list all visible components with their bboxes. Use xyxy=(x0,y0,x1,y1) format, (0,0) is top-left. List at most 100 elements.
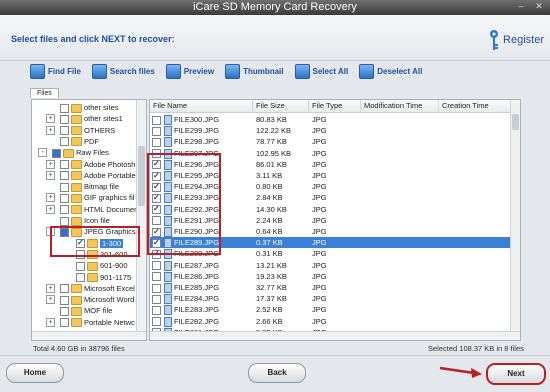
expand-icon[interactable]: + xyxy=(46,204,55,214)
file-checkbox[interactable] xyxy=(152,283,161,293)
register-button[interactable]: Register xyxy=(489,29,544,51)
folder-icon xyxy=(71,182,82,192)
table-row[interactable]: FILE282.JPG 2.66 KB JPG xyxy=(150,316,512,327)
key-icon xyxy=(490,30,499,50)
file-size: 78.77 KB xyxy=(256,137,287,147)
table-row[interactable]: FILE284.JPG 17.37 KB JPG xyxy=(150,293,512,305)
tree-checkbox[interactable] xyxy=(52,148,61,158)
tree-checkbox[interactable] xyxy=(60,182,69,192)
tree-scrollbar[interactable] xyxy=(136,100,146,340)
tree-hscrollbar[interactable] xyxy=(32,331,146,340)
file-checkbox[interactable] xyxy=(152,261,161,271)
search-files-icon xyxy=(91,64,107,79)
image-file-icon xyxy=(164,115,172,126)
image-file-icon xyxy=(164,283,172,294)
file-checkbox[interactable] xyxy=(152,294,161,304)
tree-checkbox[interactable] xyxy=(60,114,69,124)
find-file-icon xyxy=(30,64,45,79)
tree-checkbox[interactable] xyxy=(60,171,69,181)
column-header[interactable]: File Size xyxy=(253,100,309,112)
file-checkbox[interactable] xyxy=(152,137,161,147)
tree-checkbox[interactable] xyxy=(76,261,85,271)
toolbar-button-find-file[interactable]: Find File xyxy=(30,64,81,79)
file-type: JPG xyxy=(312,137,327,147)
expand-icon[interactable]: + xyxy=(46,125,55,135)
app-window: iCare SD Memory Card Recovery – ✕ Select… xyxy=(0,0,550,392)
table-row[interactable]: FILE300.JPG 80.83 KB JPG xyxy=(150,114,512,126)
tree-checkbox[interactable] xyxy=(60,193,69,203)
toolbar-button-label: Find File xyxy=(48,67,81,76)
expand-icon[interactable]: + xyxy=(46,193,55,203)
minimize-icon[interactable]: – xyxy=(514,1,528,12)
tree-checkbox[interactable] xyxy=(60,160,69,170)
table-row[interactable]: FILE298.JPG 78.77 KB JPG xyxy=(150,136,512,148)
table-row[interactable]: FILE283.JPG 2.52 KB JPG xyxy=(150,304,512,316)
selected-status: Selected 108.37 KB in 8 files xyxy=(428,344,524,353)
column-header[interactable]: Creation Time xyxy=(439,100,512,112)
file-type: JPG xyxy=(312,148,327,158)
toolbar-button-label: Select All xyxy=(312,67,349,76)
table-row[interactable]: FILE287.JPG 13.21 KB JPG xyxy=(150,260,512,271)
column-header[interactable]: File Type xyxy=(309,100,361,112)
file-type: JPG xyxy=(312,193,327,203)
file-type: JPG xyxy=(312,182,327,192)
expand-icon[interactable]: + xyxy=(46,170,55,180)
file-size: 86.01 KB xyxy=(256,159,287,169)
expand-icon[interactable]: + xyxy=(46,317,55,327)
tree-checkbox[interactable] xyxy=(60,216,69,226)
file-type: JPG xyxy=(312,126,327,136)
expand-icon[interactable]: + xyxy=(46,295,55,305)
tree-checkbox[interactable] xyxy=(60,295,69,305)
folder-icon xyxy=(71,193,82,203)
table-row[interactable]: FILE299.JPG 122.22 KB JPG xyxy=(150,125,512,137)
toolbar-button-thumbnail[interactable]: Thumbnail xyxy=(225,64,284,79)
preview-icon xyxy=(165,64,181,79)
tree-checkbox[interactable] xyxy=(76,273,85,283)
image-file-icon xyxy=(164,316,172,327)
table-row[interactable]: FILE285.JPG 32.77 KB JPG xyxy=(150,282,512,294)
tree-checkbox[interactable] xyxy=(60,318,69,328)
tree-item-label: other sites xyxy=(84,103,119,112)
file-name: FILE283.JPG xyxy=(174,305,220,315)
table-row[interactable]: FILE286.JPG 19.23 KB JPG xyxy=(150,271,512,282)
file-size: 2.84 KB xyxy=(256,193,283,203)
expand-icon[interactable]: + xyxy=(46,159,55,169)
tree-checkbox[interactable] xyxy=(60,284,69,294)
file-checkbox[interactable] xyxy=(152,305,161,315)
tab-files[interactable]: Files xyxy=(30,88,59,98)
tree-checkbox[interactable] xyxy=(60,306,69,316)
tree-checkbox[interactable] xyxy=(60,137,69,147)
file-type: JPG xyxy=(312,115,327,124)
expand-icon[interactable]: + xyxy=(46,283,55,293)
file-checkbox[interactable] xyxy=(152,272,161,282)
toolbar-button-preview[interactable]: Preview xyxy=(165,64,214,79)
home-button[interactable]: Home xyxy=(6,363,64,383)
file-size: 3.11 KB xyxy=(256,171,283,180)
file-checkbox[interactable] xyxy=(152,126,161,136)
toolbar-button-search-files[interactable]: Search files xyxy=(91,64,155,79)
column-header[interactable]: Modification Time xyxy=(361,100,439,112)
file-size: 14.30 KB xyxy=(256,204,287,214)
collapse-icon[interactable]: - xyxy=(38,148,47,158)
tree-item-label: Portable Netwc xyxy=(84,317,135,327)
file-type: JPG xyxy=(312,171,327,180)
file-checkbox[interactable] xyxy=(152,115,161,125)
column-header[interactable]: File Name xyxy=(150,100,253,112)
tree-item-label: Adobe Photosh xyxy=(84,159,136,169)
file-size: 122.22 KB xyxy=(256,126,292,136)
table-hscrollbar[interactable] xyxy=(150,331,520,340)
file-type: JPG xyxy=(312,215,327,225)
next-button[interactable]: Next xyxy=(486,363,546,385)
toolbar-button-select-all[interactable]: Select All xyxy=(294,64,349,79)
folder-icon xyxy=(71,171,82,181)
tree-checkbox[interactable] xyxy=(60,126,69,136)
tree-item-label: Raw Files xyxy=(76,148,109,158)
tree-checkbox[interactable] xyxy=(60,103,69,113)
table-scrollbar[interactable] xyxy=(510,100,520,340)
file-checkbox[interactable] xyxy=(152,317,161,327)
tree-checkbox[interactable] xyxy=(60,205,69,215)
close-icon[interactable]: ✕ xyxy=(532,1,546,12)
toolbar-button-deselect-all[interactable]: Deselect All xyxy=(359,64,422,79)
expand-icon[interactable]: + xyxy=(46,114,55,124)
back-button[interactable]: Back xyxy=(248,363,306,383)
